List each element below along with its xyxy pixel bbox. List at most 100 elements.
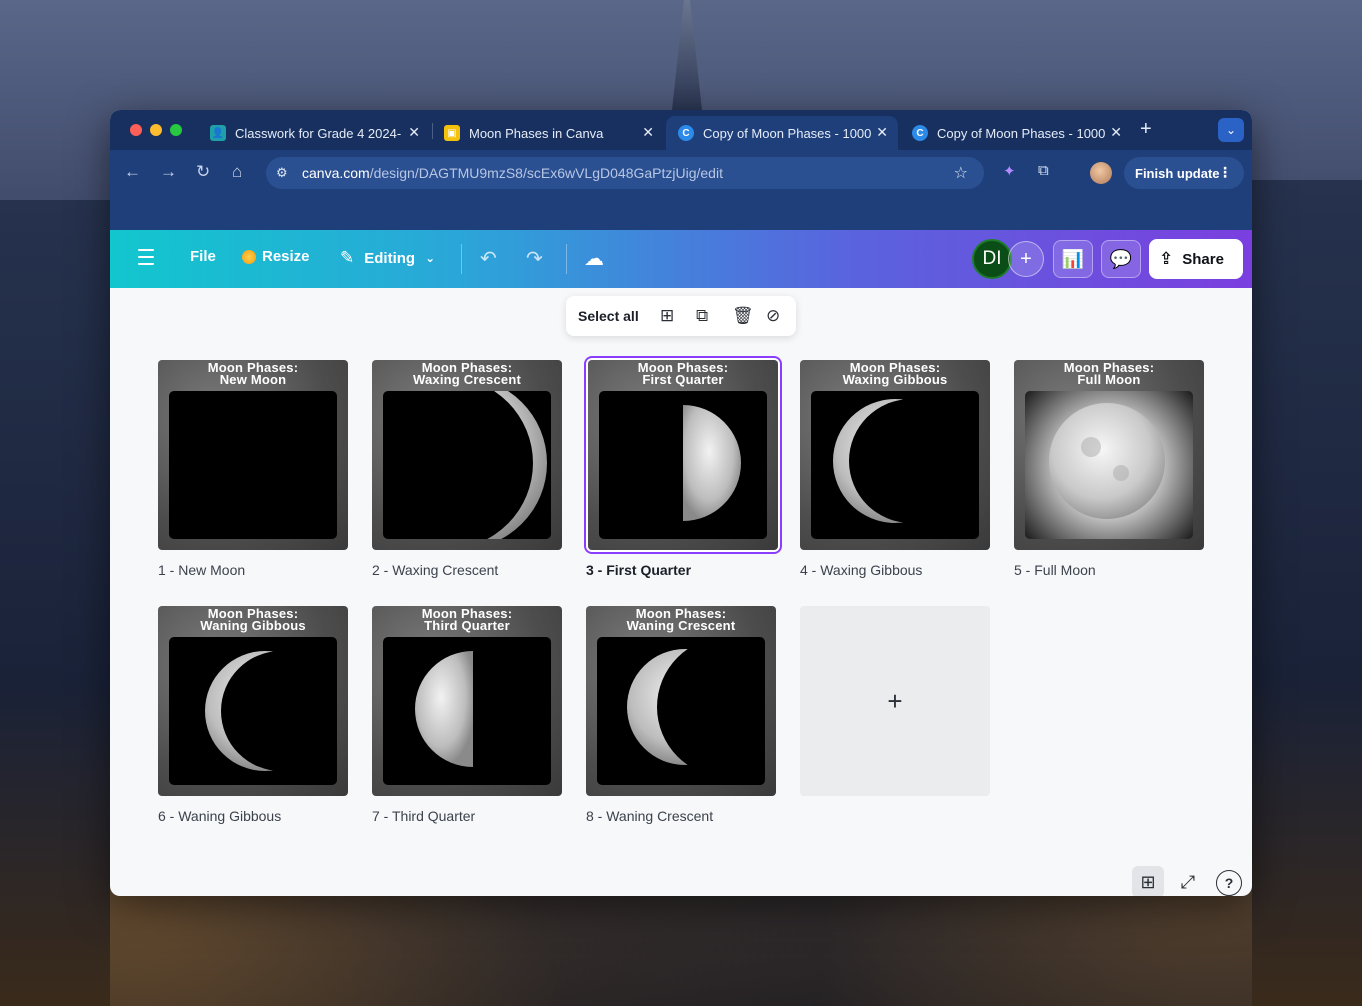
page-thumbnail-4[interactable]: Moon Phases: Waxing Gibbous [800,360,990,550]
expand-icon: ⤢ [1180,871,1196,892]
page-thumbnail-6[interactable]: Moon Phases: Waning Gibbous [158,606,348,796]
home-icon[interactable]: ⌂ [232,162,242,182]
forward-arrow-icon[interactable]: → [160,162,177,182]
canva-icon: C [912,125,928,141]
tab-copy-moon-phases-active[interactable]: C Copy of Moon Phases - 1000 ✕ [666,116,898,150]
tab-title: Copy of Moon Phases - 1000 [937,125,1106,141]
site-info-icon[interactable]: ⚙ [276,165,288,181]
page-label-selected[interactable]: 3 - First Quarter [586,562,691,578]
bookmark-star-icon[interactable]: ☆ [954,163,968,183]
add-page-button[interactable]: + [800,606,990,796]
pencil-icon: ✎ [340,248,355,267]
page-label[interactable]: 5 - Full Moon [1014,562,1096,578]
share-button[interactable]: ⇪ Share [1149,239,1243,279]
share-label: Share [1182,250,1224,268]
page-label[interactable]: 1 - New Moon [158,562,245,578]
back-arrow-icon[interactable]: ← [124,162,141,182]
crown-icon [242,249,256,264]
header-divider [461,244,462,274]
page-header-line2: Waning Gibbous [200,618,306,633]
resize-label: Resize [262,248,310,265]
address-bar[interactable]: ⚙ canva.com/design/DAGTMU9mzS8/scEx6wVLg… [266,157,984,189]
moon-image-waning-gibbous [169,637,337,785]
trash-icon[interactable]: 🗑 [732,306,754,326]
page-thumbnail-1[interactable]: Moon Phases: New Moon [158,360,348,550]
hide-page-icon[interactable]: ⊘ [766,306,780,326]
fullscreen-button[interactable]: ⤢ [1176,866,1200,896]
slides-icon: ▣ [444,125,460,141]
comments-button[interactable]: 💬 [1101,240,1141,278]
select-all-button[interactable]: Select all [578,308,639,324]
close-icon[interactable]: ✕ [642,124,654,141]
page-header-line2: Waxing Gibbous [842,372,948,387]
page-label[interactable]: 4 - Waxing Gibbous [800,562,922,578]
tab-title: Classwork for Grade 4 2024- [235,125,402,141]
menu-hamburger-icon[interactable] [138,249,154,270]
close-icon[interactable]: ✕ [408,124,420,141]
page-header: Moon Phases: Waning Crescent [586,607,776,632]
question-icon: ? [1224,875,1234,891]
browser-window: 👤 Classwork for Grade 4 2024- ✕ ▣ Moon P… [110,110,1252,896]
editing-label: Editing [364,249,416,267]
duplicate-page-icon[interactable]: ⧉ [696,306,708,326]
cloud-saved-icon[interactable]: ☁ [584,246,604,271]
profile-avatar[interactable] [1090,162,1112,184]
tab-moon-phases[interactable]: ▣ Moon Phases in Canva ✕ [432,116,664,150]
tab-classwork[interactable]: 👤 Classwork for Grade 4 2024- ✕ [198,116,430,150]
background-city-right [1252,180,1362,1006]
redo-icon[interactable]: ↷ [526,246,543,271]
close-icon[interactable]: ✕ [876,124,888,141]
finish-update-button[interactable]: Finish update ⋮ [1124,157,1244,189]
page-header: Moon Phases: Full Moon [1014,361,1204,387]
file-menu-button[interactable]: File [190,248,216,265]
comment-icon: 💬 [1109,248,1133,269]
page-label[interactable]: 2 - Waxing Crescent [372,562,498,578]
page-header: Moon Phases: Waning Gibbous [158,607,348,633]
page-header: Moon Phases: First Quarter [588,361,778,387]
page-thumbnail-5[interactable]: Moon Phases: Full Moon [1014,360,1204,550]
tab-copy-moon-phases[interactable]: C Copy of Moon Phases - 1000 ✕ [900,116,1132,150]
page-header-line2: First Quarter [642,372,724,387]
canva-icon: C [678,125,694,141]
add-collaborator-button[interactable]: + [1008,241,1044,277]
url-text[interactable]: canva.com/design/DAGTMU9mzS8/scEx6wVLgD0… [302,165,723,181]
tab-title: Moon Phases in Canva [469,125,604,141]
minimize-window-button[interactable] [150,124,162,136]
editing-mode-dropdown[interactable]: ✎ Editing ⌄ [340,248,435,268]
page-thumbnail-8[interactable]: Moon Phases: Waning Crescent [586,606,776,796]
new-tab-button[interactable]: + [1140,118,1152,141]
extension-icon[interactable]: ✦ [1003,162,1016,180]
undo-icon[interactable]: ↶ [480,246,497,271]
moon-image-waxing-crescent [383,391,551,539]
close-window-button[interactable] [130,124,142,136]
page-header-line2: Waxing Crescent [413,372,521,387]
moon-image-first-quarter [599,391,767,539]
share-upload-icon: ⇪ [1159,249,1174,268]
bar-chart-icon: 📊 [1061,248,1085,269]
page-thumbnail-2[interactable]: Moon Phases: Waxing Crescent [372,360,562,550]
maximize-window-button[interactable] [170,124,182,136]
page-label[interactable]: 7 - Third Quarter [372,808,475,824]
browser-spacer [110,196,1252,230]
user-avatar[interactable]: DI [972,239,1012,279]
resize-button[interactable]: Resize [242,248,310,265]
insights-button[interactable]: 📊 [1053,240,1093,278]
background-tower [672,0,702,110]
page-header: Moon Phases: Waxing Gibbous [800,361,990,387]
close-icon[interactable]: ✕ [1110,124,1122,141]
tab-search-button[interactable]: ⌄ [1218,118,1244,142]
grid-view-button[interactable]: ⊞ [1132,866,1164,896]
help-button[interactable]: ? [1216,870,1242,896]
page-thumbnail-3[interactable]: Moon Phases: First Quarter [588,360,778,550]
page-header-line2: Full Moon [1077,372,1141,387]
page-label[interactable]: 6 - Waning Gibbous [158,808,281,824]
puzzle-extensions-icon[interactable]: ⧉ [1038,162,1049,179]
header-divider [566,244,567,274]
more-menu-icon[interactable]: ⋮ [1218,164,1232,181]
page-header: Moon Phases: New Moon [158,361,348,386]
page-thumbnail-7[interactable]: Moon Phases: Third Quarter [372,606,562,796]
reload-icon[interactable]: ↻ [196,162,210,182]
add-page-icon[interactable]: ⊞ [660,306,674,326]
classroom-icon: 👤 [210,125,226,141]
page-label[interactable]: 8 - Waning Crescent [586,808,713,824]
